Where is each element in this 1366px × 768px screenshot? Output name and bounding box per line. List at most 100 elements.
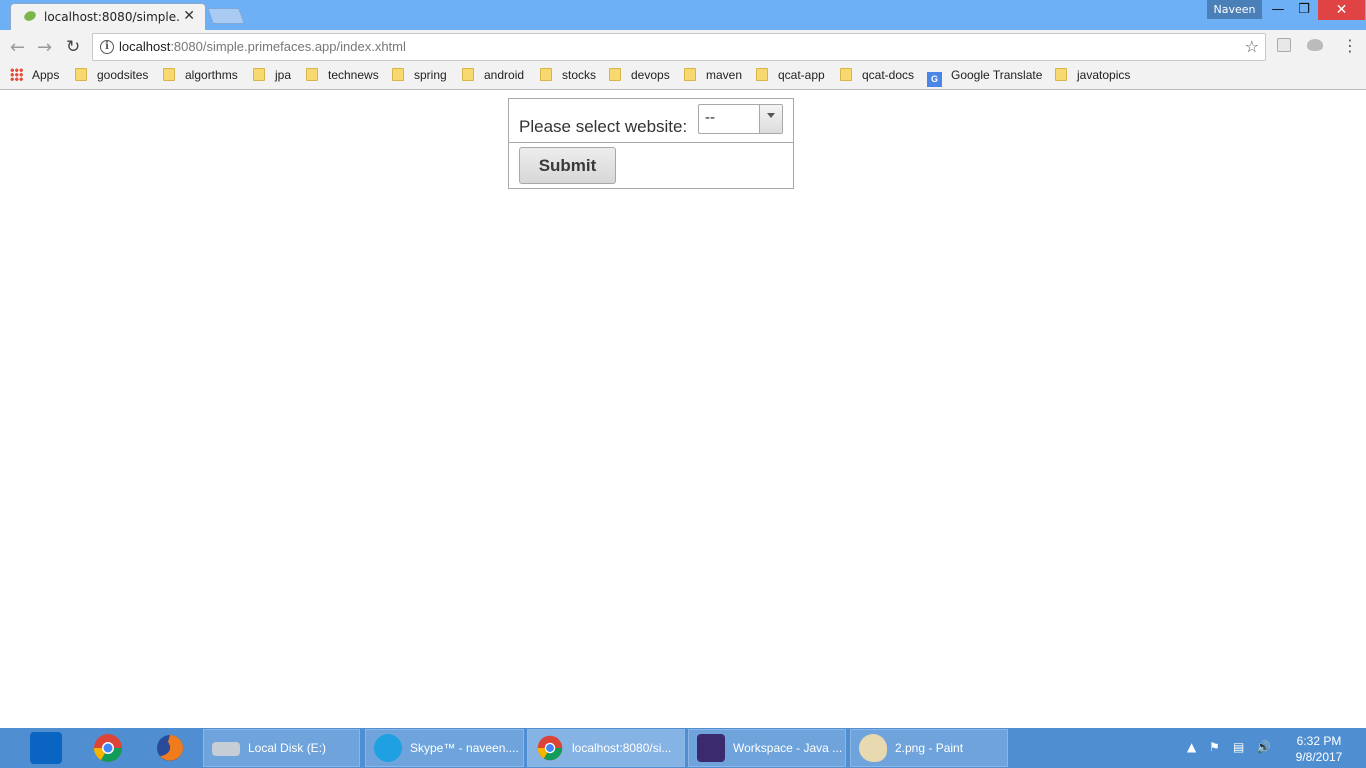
bookmark-label: Apps bbox=[32, 68, 60, 82]
bookmark-apps[interactable]: Apps bbox=[10, 68, 59, 86]
bookmark-android[interactable]: android bbox=[462, 68, 524, 86]
paint-icon bbox=[859, 734, 887, 762]
drive-icon bbox=[212, 742, 240, 756]
bookmark-qcat-app[interactable]: qcat-app bbox=[756, 68, 825, 86]
bookmark-stocks[interactable]: stocks bbox=[540, 68, 596, 86]
extension-icon[interactable] bbox=[1277, 38, 1291, 52]
bookmark-devops[interactable]: devops bbox=[609, 68, 670, 86]
reload-icon[interactable]: ↻ bbox=[66, 37, 80, 57]
form-row-select: Please select website: -- bbox=[509, 99, 793, 143]
submit-button[interactable]: Submit bbox=[519, 147, 616, 184]
back-icon[interactable]: ← bbox=[10, 37, 25, 58]
url-host: localhost bbox=[119, 39, 171, 54]
bookmark-label: jpa bbox=[275, 68, 292, 82]
folder-icon bbox=[684, 68, 696, 81]
folder-icon bbox=[1055, 68, 1067, 81]
extension-cloud-icon[interactable] bbox=[1307, 39, 1323, 51]
website-form: Please select website: -- Submit bbox=[508, 98, 794, 189]
folder-icon bbox=[75, 68, 87, 81]
new-tab-button[interactable] bbox=[207, 8, 245, 24]
forward-icon[interactable]: → bbox=[37, 37, 52, 58]
bookmark-label: maven bbox=[706, 68, 743, 82]
chrome-pinned-icon[interactable] bbox=[92, 732, 124, 764]
chevron-down-icon bbox=[767, 113, 775, 118]
folder-icon bbox=[392, 68, 404, 81]
google-translate-icon: G bbox=[927, 72, 942, 87]
bookmark-label: qcat-docs bbox=[862, 68, 915, 82]
outlook-icon[interactable] bbox=[30, 732, 62, 764]
folder-icon bbox=[609, 68, 621, 81]
minimize-button[interactable]: — bbox=[1265, 0, 1291, 20]
taskbar-item-chrome[interactable]: localhost:8080/si... bbox=[527, 729, 685, 767]
bookmark-label: technews bbox=[328, 68, 379, 82]
restore-button[interactable]: ❐ bbox=[1291, 0, 1317, 20]
browser-tab[interactable]: localhost:8080/simple.pri ✕ bbox=[10, 3, 206, 30]
firefox-icon[interactable] bbox=[154, 732, 186, 764]
bookmark-label: qcat-app bbox=[778, 68, 825, 82]
network-icon[interactable]: ▤ bbox=[1233, 740, 1244, 754]
bookmark-label: android bbox=[484, 68, 525, 82]
browser-title-bar: localhost:8080/simple.pri ✕ Naveen — ❐ ✕ bbox=[0, 0, 1366, 30]
eclipse-icon bbox=[697, 734, 725, 762]
folder-icon bbox=[306, 68, 318, 81]
windows-taskbar: Local Disk (E:) Skype™ - naveen.... loca… bbox=[0, 728, 1366, 768]
folder-icon bbox=[540, 68, 552, 81]
bookmark-label: goodsites bbox=[97, 68, 149, 82]
folder-icon bbox=[840, 68, 852, 81]
form-row-submit: Submit bbox=[509, 143, 793, 188]
bookmark-maven[interactable]: maven bbox=[684, 68, 742, 86]
system-clock[interactable]: 6:32 PM 9/8/2017 bbox=[1284, 733, 1354, 765]
taskbar-item-label: Skype™ - naveen.... bbox=[410, 741, 519, 755]
bookmark-label: devops bbox=[631, 68, 670, 82]
apps-icon bbox=[10, 68, 23, 81]
bookmark-google-translate[interactable]: G Google Translate bbox=[927, 68, 1043, 87]
tab-close-icon[interactable]: ✕ bbox=[183, 8, 195, 24]
bookmark-star-icon[interactable]: ☆ bbox=[1245, 37, 1259, 56]
bookmark-technews[interactable]: technews bbox=[306, 68, 379, 86]
browser-toolbar: ← → ↻ i localhost:8080/simple.primefaces… bbox=[0, 30, 1366, 64]
taskbar-item-skype[interactable]: Skype™ - naveen.... bbox=[365, 729, 524, 767]
action-center-flag-icon[interactable]: ⚑ bbox=[1209, 740, 1220, 754]
select-value[interactable]: -- bbox=[705, 109, 715, 126]
chrome-icon bbox=[537, 735, 563, 761]
taskbar-item-local-disk[interactable]: Local Disk (E:) bbox=[203, 729, 360, 767]
show-hidden-icons-icon[interactable]: ▲ bbox=[1187, 740, 1196, 754]
taskbar-item-label: Local Disk (E:) bbox=[248, 741, 327, 755]
bookmark-qcat-docs[interactable]: qcat-docs bbox=[840, 68, 914, 86]
spring-leaf-icon bbox=[24, 11, 36, 21]
taskbar-item-paint[interactable]: 2.png - Paint bbox=[850, 729, 1008, 767]
tab-title: localhost:8080/simple.pri bbox=[44, 10, 180, 24]
bookmark-label: algorthms bbox=[185, 68, 238, 82]
folder-icon bbox=[163, 68, 175, 81]
taskbar-item-label: 2.png - Paint bbox=[895, 741, 964, 755]
url-text[interactable]: localhost:8080/simple.primefaces.app/ind… bbox=[119, 39, 406, 54]
bookmark-label: Google Translate bbox=[951, 68, 1043, 82]
select-dropdown-trigger[interactable] bbox=[759, 105, 782, 133]
info-icon[interactable]: i bbox=[100, 40, 114, 54]
bookmark-label: spring bbox=[414, 68, 447, 82]
bookmark-javatopics[interactable]: javatopics bbox=[1055, 68, 1130, 86]
clock-time: 6:32 PM bbox=[1296, 734, 1342, 748]
bookmark-label: stocks bbox=[562, 68, 597, 82]
folder-icon bbox=[756, 68, 768, 81]
bookmark-spring[interactable]: spring bbox=[392, 68, 447, 86]
website-select-label: Please select website: bbox=[519, 117, 688, 136]
profile-button[interactable]: Naveen bbox=[1207, 0, 1262, 19]
address-bar[interactable]: i localhost:8080/simple.primefaces.app/i… bbox=[92, 33, 1266, 61]
folder-icon bbox=[253, 68, 265, 81]
clock-date: 9/8/2017 bbox=[1295, 750, 1343, 764]
bookmark-jpa[interactable]: jpa bbox=[253, 68, 291, 86]
taskbar-item-label: localhost:8080/si... bbox=[572, 741, 672, 755]
close-window-button[interactable]: ✕ bbox=[1318, 0, 1365, 20]
browser-menu-icon[interactable]: ⋮ bbox=[1342, 36, 1358, 55]
skype-icon bbox=[374, 734, 402, 762]
folder-icon bbox=[462, 68, 474, 81]
url-path: :8080/simple.primefaces.app/index.xhtml bbox=[170, 39, 406, 54]
bookmarks-bar: Apps goodsites algorthms jpa technews sp… bbox=[0, 64, 1366, 90]
bookmark-algorthms[interactable]: algorthms bbox=[163, 68, 238, 86]
volume-icon[interactable]: 🔊 bbox=[1256, 740, 1271, 754]
taskbar-item-eclipse[interactable]: Workspace - Java ... bbox=[688, 729, 846, 767]
bookmark-goodsites[interactable]: goodsites bbox=[75, 68, 148, 86]
website-select[interactable]: -- bbox=[698, 104, 783, 134]
bookmark-label: javatopics bbox=[1077, 68, 1131, 82]
